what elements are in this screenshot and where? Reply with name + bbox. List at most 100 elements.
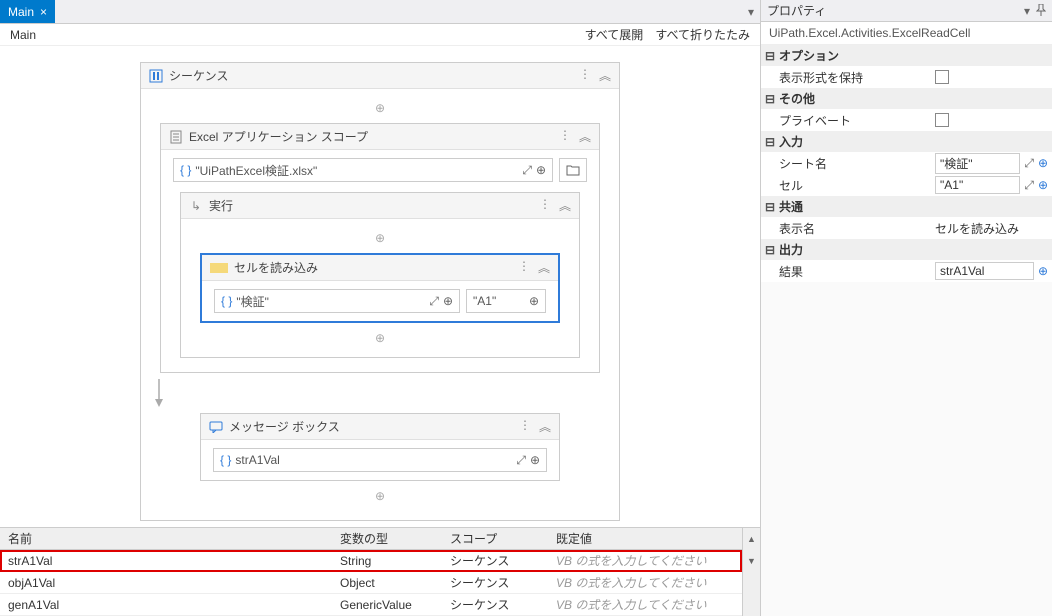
browse-file-button[interactable]	[559, 158, 587, 182]
add-node-button[interactable]: ⊕	[368, 99, 392, 117]
collapse-toggle-icon[interactable]: ⊟	[765, 243, 775, 257]
var-scope[interactable]: シーケンス	[450, 574, 550, 591]
prop-group-common[interactable]: ⊟共通	[761, 196, 1052, 217]
add-expr-icon[interactable]: ⊕	[529, 294, 539, 308]
more-icon[interactable]: ⋮	[579, 67, 591, 84]
keep-format-checkbox[interactable]	[935, 70, 949, 84]
variables-panel: 名前 変数の型 スコープ 既定値 strA1Val String シーケンス V…	[0, 527, 760, 616]
read-cell-title: セルを読み込み	[234, 259, 318, 276]
activity-excel-scope[interactable]: Excel アプリケーション スコープ ⋮ ︽ { } "UiPathExcel…	[160, 123, 600, 373]
prop-group-other[interactable]: ⊟その他	[761, 88, 1052, 109]
workbook-path-input[interactable]: { } "UiPathExcel検証.xlsx" ⤢ ⊕	[173, 158, 553, 182]
sequence-icon	[149, 69, 163, 83]
collapse-icon[interactable]: ︽	[539, 418, 551, 435]
more-icon[interactable]: ⋮	[559, 128, 571, 145]
message-text-value: strA1Val	[235, 453, 512, 467]
add-node-button[interactable]: ⊕	[368, 229, 392, 247]
folder-icon	[566, 164, 580, 176]
expand-expr-icon[interactable]: ⤢	[429, 294, 439, 309]
expand-expr-icon[interactable]: ⤢	[516, 453, 526, 468]
var-name[interactable]: objA1Val	[0, 576, 340, 590]
col-header-default[interactable]: 既定値	[550, 530, 742, 547]
var-name[interactable]: genA1Val	[0, 598, 340, 612]
sheet-name-input[interactable]: { } "検証" ⤢ ⊕	[214, 289, 460, 313]
activity-sequence[interactable]: シーケンス ⋮ ︽ ⊕ Excel アプリケーション スコープ	[140, 62, 620, 521]
add-expr-icon[interactable]: ⊕	[536, 163, 546, 177]
collapse-toggle-icon[interactable]: ⊟	[765, 92, 775, 106]
collapse-toggle-icon[interactable]: ⊟	[765, 200, 775, 214]
cell-field[interactable]: "A1"	[935, 176, 1020, 194]
activity-class-name: UiPath.Excel.Activities.ExcelReadCell	[761, 22, 1052, 45]
prop-private: プライベート	[761, 109, 1052, 131]
flow-arrow-icon	[153, 379, 607, 407]
prop-group-input[interactable]: ⊟入力	[761, 131, 1052, 152]
variable-row[interactable]: objA1Val Object シーケンス VB の式を入力してください	[0, 572, 742, 594]
braces-icon: { }	[221, 294, 232, 308]
var-default[interactable]: VB の式を入力してください	[550, 552, 742, 569]
cell-addr-input[interactable]: "A1" ⊕	[466, 289, 546, 313]
collapse-icon[interactable]: ︽	[579, 128, 591, 145]
expand-icon[interactable]: ⤢	[1024, 178, 1034, 193]
var-scope[interactable]: シーケンス	[450, 552, 550, 569]
designer-canvas[interactable]: シーケンス ⋮ ︽ ⊕ Excel アプリケーション スコープ	[0, 46, 760, 527]
pin-icon[interactable]	[1036, 4, 1046, 18]
add-node-button[interactable]: ⊕	[368, 487, 392, 505]
panel-menu-icon[interactable]: ▾	[1024, 4, 1030, 18]
expand-expr-icon[interactable]: ⤢	[522, 163, 532, 178]
var-type[interactable]: Object	[340, 576, 450, 590]
scroll-down-button[interactable]: ▼	[743, 550, 760, 572]
variables-header-row: 名前 変数の型 スコープ 既定値	[0, 528, 742, 550]
sequence-title: シーケンス	[169, 67, 228, 84]
close-icon[interactable]: ×	[40, 5, 47, 19]
add-node-button[interactable]: ⊕	[368, 329, 392, 347]
collapse-icon[interactable]: ︽	[538, 259, 550, 276]
add-expr-icon[interactable]: ⊕	[530, 453, 540, 467]
more-icon[interactable]: ⋮	[518, 259, 530, 276]
tab-overflow-button[interactable]: ▾	[742, 0, 760, 23]
sheet-name-field[interactable]: "検証"	[935, 153, 1020, 174]
add-icon[interactable]: ⊕	[1038, 178, 1048, 192]
collapse-toggle-icon[interactable]: ⊟	[765, 135, 775, 149]
tab-title: Main	[8, 5, 34, 19]
activity-read-cell[interactable]: セルを読み込み ⋮ ︽	[200, 253, 560, 323]
expand-icon[interactable]: ⤢	[1024, 156, 1034, 171]
result-field[interactable]: strA1Val	[935, 262, 1034, 280]
message-text-input[interactable]: { } strA1Val ⤢ ⊕	[213, 448, 547, 472]
tab-main[interactable]: Main ×	[0, 0, 55, 23]
caret-down-icon: ▾	[748, 5, 754, 19]
col-header-scope[interactable]: スコープ	[450, 530, 550, 547]
variable-row[interactable]: genA1Val GenericValue シーケンス VB の式を入力してくだ…	[0, 594, 742, 616]
prop-group-output[interactable]: ⊟出力	[761, 239, 1052, 260]
collapse-toggle-icon[interactable]: ⊟	[765, 49, 775, 63]
collapse-all-button[interactable]: すべて折りたたみ	[655, 26, 750, 43]
add-icon[interactable]: ⊕	[1038, 264, 1048, 278]
prop-group-options[interactable]: ⊟オプション	[761, 45, 1052, 66]
add-expr-icon[interactable]: ⊕	[443, 294, 453, 308]
var-default[interactable]: VB の式を入力してください	[550, 596, 742, 613]
more-icon[interactable]: ⋮	[539, 197, 551, 214]
breadcrumb[interactable]: Main	[10, 28, 36, 42]
variable-row[interactable]: strA1Val String シーケンス VB の式を入力してください	[0, 550, 742, 572]
expand-all-button[interactable]: すべて展開	[585, 26, 644, 43]
var-type[interactable]: String	[340, 554, 450, 568]
collapse-icon[interactable]: ︽	[599, 67, 611, 84]
private-checkbox[interactable]	[935, 113, 949, 127]
var-name[interactable]: strA1Val	[0, 554, 340, 568]
file-icon	[169, 130, 183, 144]
activity-do[interactable]: ↳ 実行 ⋮ ︽ ⊕	[180, 192, 580, 358]
scroll-up-button[interactable]: ▲	[743, 528, 760, 550]
message-box-title: メッセージ ボックス	[229, 418, 340, 435]
workbook-path-value: "UiPathExcel検証.xlsx"	[195, 162, 518, 179]
var-default[interactable]: VB の式を入力してください	[550, 574, 742, 591]
up-arrow-icon: ▲	[747, 534, 756, 544]
more-icon[interactable]: ⋮	[519, 418, 531, 435]
braces-icon: { }	[180, 163, 191, 177]
var-scope[interactable]: シーケンス	[450, 596, 550, 613]
display-name-value[interactable]: セルを読み込み	[935, 220, 1019, 237]
activity-message-box[interactable]: メッセージ ボックス ⋮ ︽ { } strA1Val ⤢ ⊕	[200, 413, 560, 481]
col-header-name[interactable]: 名前	[0, 530, 340, 547]
add-icon[interactable]: ⊕	[1038, 156, 1048, 170]
col-header-type[interactable]: 変数の型	[340, 530, 450, 547]
collapse-icon[interactable]: ︽	[559, 197, 571, 214]
var-type[interactable]: GenericValue	[340, 598, 450, 612]
